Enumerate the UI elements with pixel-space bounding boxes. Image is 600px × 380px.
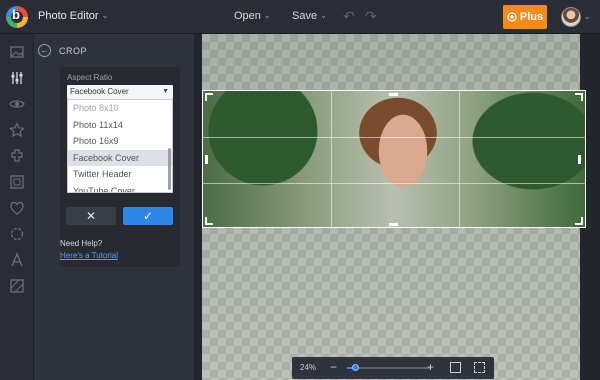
chevron-down-icon: ⌄	[101, 11, 109, 20]
crop-grid-line	[459, 91, 460, 227]
aspect-ratio-label: Aspect Ratio	[67, 73, 113, 82]
back-arrow-icon[interactable]: ←	[38, 44, 51, 57]
dropdown-option[interactable]: Photo 16x9	[68, 133, 172, 150]
crop-handle-top[interactable]	[389, 93, 398, 96]
app-title-menu[interactable]: Photo Editor ⌄	[38, 10, 108, 22]
dropdown-option[interactable]: Twitter Header	[68, 166, 172, 183]
dropdown-option[interactable]: Photo 11x14	[68, 117, 172, 134]
text-icon[interactable]	[9, 252, 25, 268]
save-label: Save	[292, 10, 318, 22]
cancel-button[interactable]: ✕	[66, 207, 116, 225]
chevron-down-icon[interactable]: ⌄	[584, 12, 591, 21]
star-icon[interactable]	[9, 122, 25, 138]
crop-handle-bottom-left[interactable]	[205, 217, 213, 225]
tool-rail	[0, 34, 34, 380]
crop-handle-bottom[interactable]	[389, 223, 398, 226]
crop-handle-bottom-right[interactable]	[575, 217, 583, 225]
plus-label: Plus	[519, 11, 544, 23]
zoom-in-icon[interactable]: +	[427, 360, 434, 374]
aspect-ratio-dropdown: Photo 8x10 Photo 11x14 Photo 16x9 Facebo…	[67, 99, 173, 193]
app-title: Photo Editor	[38, 10, 99, 22]
panel-title: CROP	[59, 46, 88, 56]
crop-grid-line	[203, 183, 585, 184]
logo-letter: b	[12, 7, 20, 22]
plus-button[interactable]: Plus	[503, 5, 547, 29]
avatar[interactable]	[561, 7, 581, 27]
image-icon[interactable]	[9, 44, 25, 60]
zoom-slider[interactable]	[347, 364, 431, 371]
chevron-down-icon: ⌄	[320, 11, 327, 20]
crop-handle-top-left[interactable]	[205, 93, 213, 101]
dropdown-option[interactable]: Photo 8x10	[68, 100, 172, 117]
save-button[interactable]: Save ⌄	[292, 10, 327, 22]
aspect-ratio-value: Facebook Cover	[70, 87, 129, 96]
dropdown-scrollbar[interactable]	[168, 148, 171, 190]
crop-handle-right[interactable]	[578, 155, 581, 164]
frame-icon[interactable]	[9, 174, 25, 190]
zoom-bar: 24% − +	[292, 357, 494, 379]
zoom-percent: 24%	[300, 363, 317, 372]
crop-frame[interactable]	[202, 90, 586, 228]
texture-icon[interactable]	[9, 278, 25, 294]
heart-icon[interactable]	[9, 200, 25, 216]
fit-screen-icon[interactable]	[450, 362, 461, 373]
plus-badge-icon	[507, 12, 517, 22]
checkmark-icon: ✓	[142, 209, 154, 223]
tutorial-link[interactable]: Here's a Tutorial	[60, 251, 118, 260]
undo-icon[interactable]: ↶	[343, 8, 355, 25]
puzzle-icon[interactable]	[9, 148, 25, 164]
help-title: Need Help?	[60, 239, 103, 248]
crop-panel: ← CROP Aspect Ratio Facebook Cover ▼ Pho…	[34, 34, 194, 380]
actual-size-icon[interactable]	[474, 362, 485, 373]
crop-grid-line	[331, 91, 332, 227]
chevron-down-icon: ▼	[162, 88, 169, 95]
top-bar: b Photo Editor ⌄ Open ⌄ Save ⌄ ↶ ↷ Plus ⌄	[0, 0, 600, 34]
open-label: Open	[234, 10, 261, 22]
eye-icon[interactable]	[9, 96, 25, 112]
aspect-ratio-select[interactable]: Facebook Cover ▼	[67, 85, 173, 99]
crop-handle-top-right[interactable]	[575, 93, 583, 101]
close-icon: ✕	[85, 209, 97, 223]
crop-handle-left[interactable]	[205, 155, 208, 164]
dropdown-option[interactable]: YouTube Cover	[68, 183, 172, 193]
redo-icon[interactable]: ↷	[365, 8, 377, 25]
aspect-ratio-section: Aspect Ratio Facebook Cover ▼ Photo 8x10…	[60, 67, 180, 267]
sliders-icon[interactable]	[9, 70, 25, 86]
cropped-photo	[203, 91, 585, 227]
zoom-slider-handle[interactable]	[352, 364, 360, 371]
chevron-down-icon: ⌄	[263, 11, 271, 20]
apply-button[interactable]: ✓	[123, 207, 173, 225]
zoom-out-icon[interactable]: −	[330, 360, 337, 374]
open-button[interactable]: Open ⌄	[234, 10, 271, 22]
crop-grid-line	[203, 137, 585, 138]
shape-icon[interactable]	[9, 226, 25, 242]
dropdown-option-selected[interactable]: Facebook Cover	[68, 149, 172, 166]
